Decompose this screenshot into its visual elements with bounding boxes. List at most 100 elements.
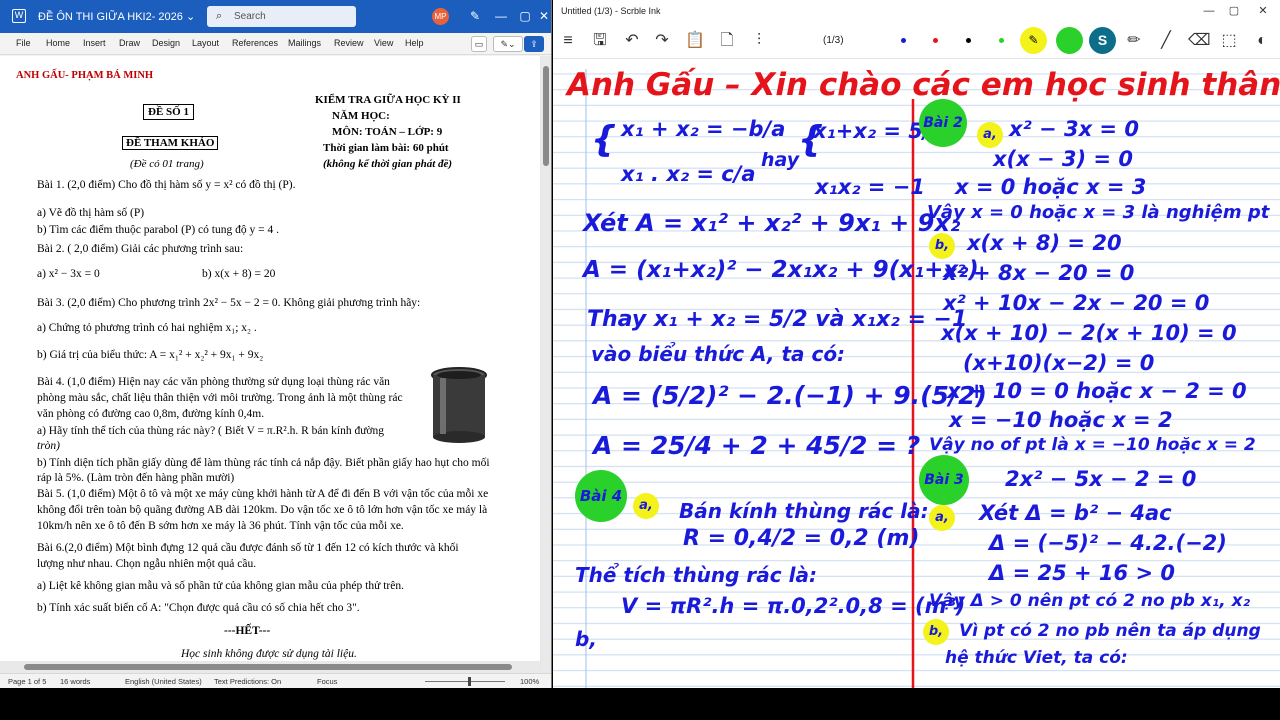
close-icon[interactable]: ✕ bbox=[534, 6, 551, 26]
line-tool-icon[interactable]: ╱ bbox=[1155, 30, 1177, 52]
focus-button[interactable]: Focus bbox=[317, 677, 337, 686]
bai-5-line3: 10km/h nên xe ô tô đến B sớm hơn xe máy … bbox=[37, 520, 404, 532]
bai-3-b: b) Giá trị của biểu thức: A = x₁² + x₂² … bbox=[37, 349, 264, 361]
bai-5-line2: không đổi trên toàn bộ quãng đường AB dà… bbox=[37, 504, 488, 516]
menu-references[interactable]: References bbox=[232, 38, 278, 48]
eq2b-line1: x(x + 8) = 20 bbox=[967, 231, 1122, 255]
menu-file[interactable]: File bbox=[16, 38, 31, 48]
yellow-highlighter-icon[interactable]: ✎ bbox=[1020, 27, 1047, 54]
horizontal-scroll-thumb[interactable] bbox=[24, 664, 512, 670]
app-logo-icon[interactable]: S bbox=[1089, 27, 1116, 54]
minimize-icon[interactable]: — bbox=[1201, 3, 1217, 19]
eq2a-line2: x(x − 3) = 0 bbox=[993, 147, 1133, 171]
bai-4-b: b) Tính diện tích phần giấy dùng để làm … bbox=[37, 457, 490, 469]
bai-6-line1: Bài 6.(2,0 điểm) Một bình đựng 12 quả cầ… bbox=[37, 542, 459, 554]
select-icon[interactable]: ⬚ bbox=[1218, 30, 1240, 52]
delta-subst: Δ = (−5)² − 4.2.(−2) bbox=[989, 531, 1227, 555]
hay-text: hay bbox=[761, 149, 800, 171]
redo-icon[interactable]: ↷ bbox=[651, 30, 673, 52]
comments-icon[interactable]: ▭ bbox=[471, 36, 487, 52]
green-pen-icon[interactable] bbox=[999, 38, 1004, 43]
menu-design[interactable]: Design bbox=[152, 38, 180, 48]
blue-pen-icon[interactable] bbox=[901, 38, 906, 43]
status-bar: Page 1 of 5 16 words English (United Sta… bbox=[0, 673, 551, 688]
pen-icon[interactable]: ✎ bbox=[465, 6, 485, 26]
black-pen-icon[interactable] bbox=[966, 38, 971, 43]
text-predictions[interactable]: Text Predictions: On bbox=[214, 677, 281, 686]
bai-6-line2: lượng như nhau. Chọn ngẫu nhiên một quả … bbox=[37, 558, 257, 570]
exam-title: KIỂM TRA GIỮA HỌC KỲ II bbox=[315, 94, 461, 106]
green-highlighter-icon[interactable] bbox=[1056, 27, 1083, 54]
de-so-box: ĐỀ SỐ 1 bbox=[143, 104, 194, 120]
eq2a-conclusion: Vậy x = 0 hoặc x = 3 là nghiệm pt bbox=[927, 202, 1270, 223]
eq2b-line7: x = −10 hoặc x = 2 bbox=[949, 408, 1173, 432]
bai3-label: Bài 3 bbox=[919, 455, 969, 505]
bai-1-a: a) Vẽ đồ thị hàm số (P) bbox=[37, 207, 145, 219]
nam-hoc: NĂM HỌC: bbox=[332, 110, 390, 122]
minimize-icon[interactable]: — bbox=[491, 6, 511, 26]
eraser-icon[interactable]: ⌫ bbox=[1188, 30, 1211, 52]
bai2-a-label: a, bbox=[977, 122, 1003, 148]
de-tham-khao-box: ĐỀ THAM KHẢO bbox=[122, 136, 219, 150]
eq2b-line3: x² + 10x − 2x − 20 = 0 bbox=[943, 291, 1210, 315]
zoom-slider[interactable] bbox=[425, 681, 505, 682]
undo-icon[interactable]: ↶ bbox=[621, 30, 643, 52]
document-title[interactable]: ĐỀ ÔN THI GIỮA HKI2- 2026 ⌄ bbox=[38, 10, 195, 23]
menu-icon[interactable]: ≡ bbox=[557, 30, 579, 52]
delta-formula: Xét Δ = b² − 4ac bbox=[979, 501, 1172, 525]
word-count[interactable]: 16 words bbox=[60, 677, 90, 686]
toggle-icon[interactable]: ◐ bbox=[1251, 30, 1273, 52]
product-value: x₁x₂ = −1 bbox=[815, 175, 925, 199]
bai-4-b-cont: ráp là 5%. (Làm tròn đến hàng phần mười) bbox=[37, 472, 235, 484]
save-icon[interactable]: 🖫 bbox=[589, 30, 611, 52]
menu-help[interactable]: Help bbox=[405, 38, 424, 48]
new-page-icon[interactable]: 🗋 bbox=[716, 30, 738, 52]
word-window: W ĐỀ ÔN THI GIỮA HKI2- 2026 ⌄ ⌕ Search MP… bbox=[0, 0, 552, 688]
menu-home[interactable]: Home bbox=[46, 38, 70, 48]
a-expand-line: A = (x₁+x₂)² − 2x₁x₂ + 9(x₁+x₂) bbox=[583, 257, 979, 283]
menu-review[interactable]: Review bbox=[334, 38, 364, 48]
ink-canvas[interactable]: Anh Gấu – Xin chào các em học sinh thân … bbox=[553, 59, 1280, 688]
share-icon[interactable]: ⇪ bbox=[524, 36, 544, 52]
viet-intro: Vì pt có 2 no pb nên ta áp dụng bbox=[959, 621, 1261, 641]
bai-5-line1: Bài 5. (1,0 điểm) Một ô tô và một xe máy… bbox=[37, 488, 489, 500]
zoom-level[interactable]: 100% bbox=[520, 677, 539, 686]
red-pen-icon[interactable] bbox=[933, 38, 938, 43]
bai-6-a: a) Liệt kê không gian mẫu và số phần tử … bbox=[37, 580, 404, 592]
close-icon[interactable]: ✕ bbox=[1255, 3, 1271, 19]
eq2b-line6: x + 10 = 0 hoặc x − 2 = 0 bbox=[947, 379, 1247, 403]
menu-draw[interactable]: Draw bbox=[119, 38, 140, 48]
eq2b-line5: (x+10)(x−2) = 0 bbox=[963, 351, 1155, 375]
menu-mailings[interactable]: Mailings bbox=[288, 38, 321, 48]
bai-4-line1: Bài 4. (1,0 điểm) Hiện nay các văn phòng… bbox=[37, 376, 390, 388]
bai-1-text: Bài 1. (2,0 điểm) Cho đồ thị hàm số y = … bbox=[37, 179, 296, 191]
viet-intro-cont: hệ thức Viet, ta có: bbox=[945, 648, 1128, 668]
menu-view[interactable]: View bbox=[374, 38, 393, 48]
vertical-scrollbar[interactable] bbox=[541, 56, 551, 673]
eq3-line: 2x² − 5x − 2 = 0 bbox=[1005, 467, 1197, 491]
language-status[interactable]: English (United States) bbox=[125, 677, 202, 686]
menu-insert[interactable]: Insert bbox=[83, 38, 106, 48]
footer-note: Học sinh không được sử dụng tài liệu. bbox=[181, 648, 357, 660]
search-placeholder: Search bbox=[234, 11, 266, 22]
pen-tool-icon[interactable]: ✏ bbox=[1123, 30, 1145, 52]
menu-layout[interactable]: Layout bbox=[192, 38, 219, 48]
vieta-product: x₁ . x₂ = c/a bbox=[621, 162, 756, 186]
document-area: ANH GẤU- PHẠM BÁ MINH ĐỀ SỐ 1 ĐỀ THAM KH… bbox=[0, 56, 551, 673]
search-box[interactable]: ⌕ Search bbox=[207, 6, 356, 27]
avatar[interactable]: MP bbox=[432, 8, 449, 25]
document-page[interactable]: ANH GẤU- PHẠM BÁ MINH ĐỀ SỐ 1 ĐỀ THAM KH… bbox=[0, 56, 540, 673]
maximize-icon[interactable]: ▢ bbox=[515, 6, 535, 26]
page-count[interactable]: Page 1 of 5 bbox=[8, 677, 46, 686]
paste-icon[interactable]: 📋 bbox=[684, 30, 706, 52]
settings-sliders-icon[interactable]: ⫶ bbox=[748, 30, 770, 52]
horizontal-scrollbar[interactable] bbox=[0, 661, 540, 673]
maximize-icon[interactable]: ▢ bbox=[1226, 3, 1242, 19]
editing-icon[interactable]: ✎⌄ bbox=[493, 36, 523, 52]
search-icon: ⌕ bbox=[216, 10, 223, 22]
a-result-line: A = 25/4 + 2 + 45/2 = ? bbox=[593, 431, 921, 460]
bai-3-a: a) Chứng tỏ phương trình có hai nghiệm x… bbox=[37, 322, 257, 334]
vao-bieu-thuc-line: vào biểu thức A, ta có: bbox=[591, 342, 846, 366]
vertical-scroll-thumb[interactable] bbox=[543, 66, 549, 166]
zoom-slider-knob[interactable] bbox=[468, 677, 471, 686]
